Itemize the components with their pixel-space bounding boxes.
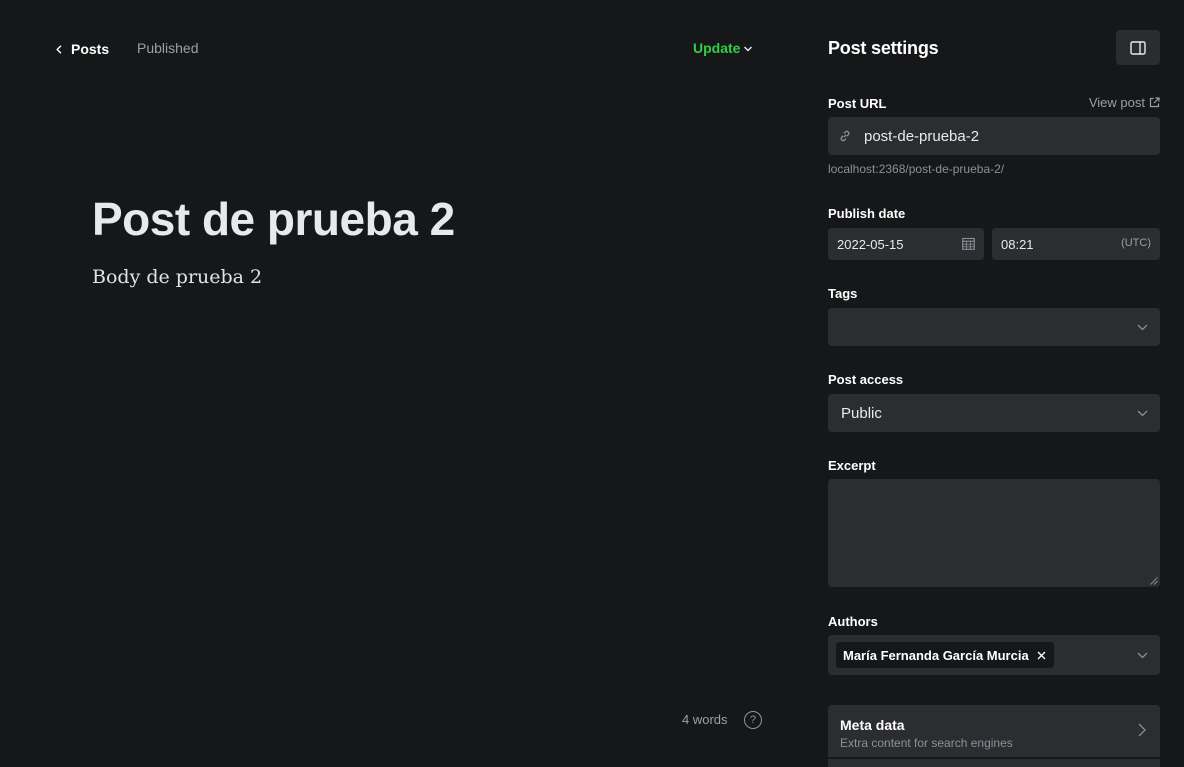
- word-count: 4 words: [682, 712, 728, 727]
- sidebar-toggle-button[interactable]: [1116, 30, 1160, 65]
- update-button-label: Update: [693, 40, 741, 56]
- external-link-icon: [1149, 97, 1160, 108]
- chevron-right-icon: [1138, 723, 1146, 737]
- publish-time-value: 08:21: [1001, 236, 1034, 252]
- post-full-url: localhost:2368/post-de-prueba-2/: [828, 162, 1005, 176]
- meta-data-button[interactable]: Meta data Extra content for search engin…: [828, 705, 1160, 757]
- post-access-value: Public: [841, 404, 882, 422]
- publish-date-value: 2022-05-15: [837, 236, 904, 252]
- tags-label: Tags: [828, 286, 858, 301]
- post-url-value: post-de-prueba-2: [864, 127, 980, 145]
- author-name: María Fernanda García Murcia: [843, 647, 1029, 663]
- chevron-down-icon: [1137, 324, 1148, 331]
- post-status: Published: [137, 40, 199, 56]
- post-access-label: Post access: [828, 372, 904, 387]
- authors-label: Authors: [828, 614, 878, 629]
- back-link-label: Posts: [71, 41, 110, 57]
- post-access-select[interactable]: Public: [828, 394, 1160, 432]
- authors-select[interactable]: María Fernanda García Murcia: [828, 635, 1160, 675]
- chevron-left-icon: [56, 44, 62, 54]
- resize-grip-icon[interactable]: [1150, 577, 1158, 585]
- post-body[interactable]: Body de prueba 2: [92, 266, 262, 288]
- view-post-label: View post: [1088, 95, 1145, 110]
- post-url-input[interactable]: post-de-prueba-2: [828, 117, 1160, 155]
- chevron-down-icon: [744, 46, 753, 52]
- publish-time-input[interactable]: 08:21 (UTC): [992, 228, 1160, 260]
- publish-date-label: Publish date: [828, 206, 906, 221]
- editor-area: Posts Published Update Post de prueba 2 …: [0, 0, 804, 767]
- chevron-down-icon: [1137, 652, 1148, 659]
- tags-select[interactable]: [828, 308, 1160, 346]
- excerpt-label: Excerpt: [828, 458, 876, 473]
- publish-date-input[interactable]: 2022-05-15: [828, 228, 984, 260]
- post-settings-panel: Post settings Post URL View post post-de…: [804, 0, 1184, 767]
- post-title[interactable]: Post de prueba 2: [92, 192, 455, 246]
- timezone-label: (UTC): [1121, 237, 1151, 249]
- next-settings-card[interactable]: [828, 759, 1160, 767]
- chevron-down-icon: [1137, 410, 1148, 417]
- meta-data-subtitle: Extra content for search engines: [840, 736, 1013, 750]
- post-url-label: Post URL: [828, 96, 887, 111]
- back-to-posts-link[interactable]: Posts: [56, 40, 109, 58]
- link-icon: [840, 130, 850, 142]
- close-icon[interactable]: [1037, 651, 1046, 660]
- meta-data-title: Meta data: [840, 717, 905, 733]
- view-post-link[interactable]: View post: [1089, 95, 1160, 110]
- author-chip: María Fernanda García Murcia: [836, 642, 1054, 668]
- calendar-icon: [962, 237, 975, 250]
- update-button[interactable]: Update: [693, 40, 753, 56]
- sidebar-toggle-icon: [1130, 40, 1146, 55]
- editor-topbar: Posts Published Update: [0, 0, 804, 98]
- panel-title: Post settings: [828, 38, 939, 58]
- help-icon[interactable]: ?: [744, 711, 762, 729]
- excerpt-textarea[interactable]: [828, 479, 1160, 587]
